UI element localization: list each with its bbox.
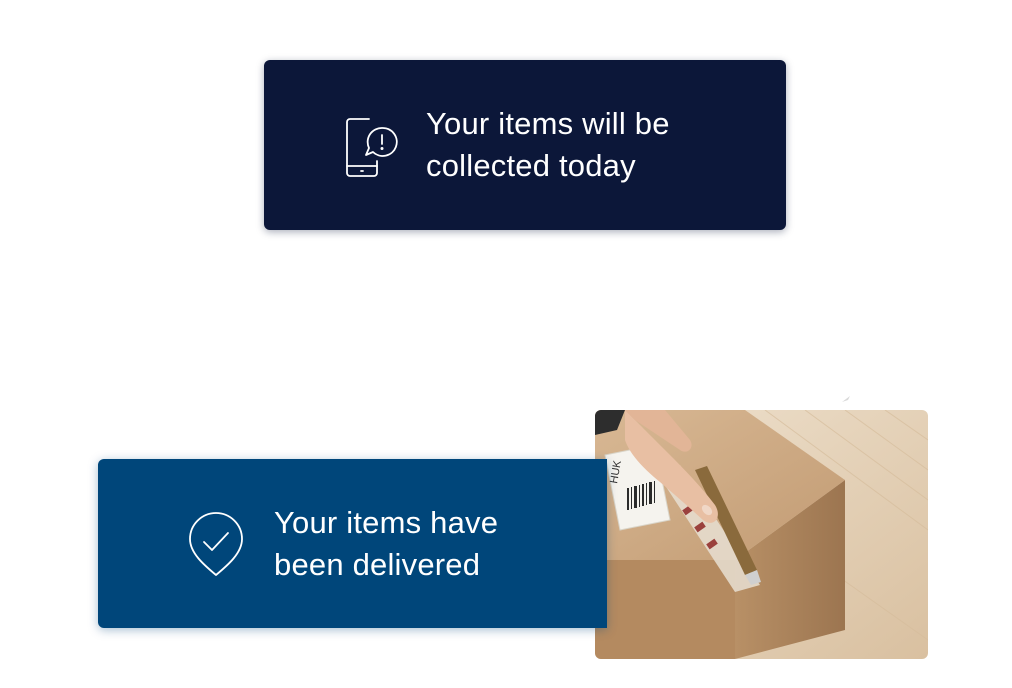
phone-alert-icon bbox=[342, 111, 402, 179]
page: Your items will be collected today HUK Y… bbox=[0, 0, 1012, 688]
box-opening-photo: HUK bbox=[595, 410, 928, 659]
delivered-message: Your items have been delivered bbox=[274, 504, 499, 582]
decorative-speck bbox=[842, 396, 850, 402]
collected-message: Your items will be collected today bbox=[426, 106, 670, 183]
delivered-notification-card: Your items have been delivered bbox=[98, 459, 607, 628]
collected-notification-card: Your items will be collected today bbox=[264, 60, 786, 230]
location-check-icon bbox=[184, 509, 248, 579]
